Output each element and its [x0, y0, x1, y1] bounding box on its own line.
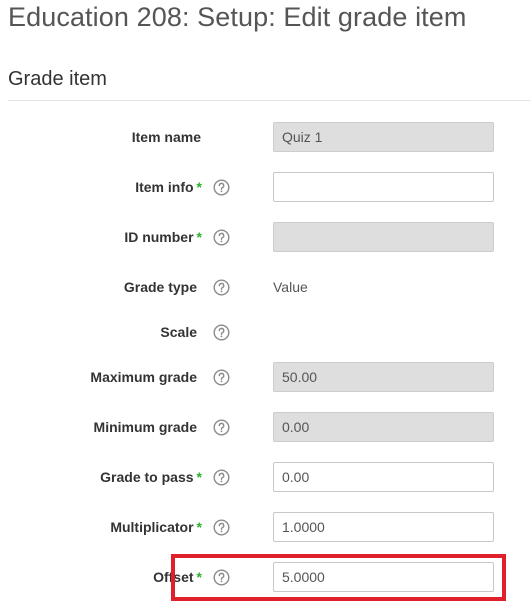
question-circle-icon[interactable] — [212, 323, 230, 341]
grade-type-value: Value — [273, 279, 308, 295]
id-number-label: ID number — [124, 229, 194, 245]
question-circle-icon[interactable] — [212, 178, 230, 196]
grade-to-pass-label: Grade to pass — [100, 469, 194, 485]
form-row-grade-to-pass: Grade to pass * 0.00 — [0, 462, 530, 492]
form-row-maximum-grade: Maximum grade 50.00 — [0, 362, 530, 392]
question-circle-icon[interactable] — [212, 278, 230, 296]
minimum-grade-label: Minimum grade — [93, 419, 197, 435]
grade-to-pass-label-group: Grade to pass * — [100, 462, 230, 492]
id-number-label-group: ID number * — [124, 222, 230, 252]
item-info-label-group: Item info * — [135, 172, 230, 202]
id-number-input — [273, 222, 494, 252]
item-name-input: Quiz 1 — [273, 122, 494, 152]
required-asterisk: * — [196, 519, 202, 535]
question-circle-icon[interactable] — [212, 418, 230, 436]
page-title: Education 208: Setup: Edit grade item — [8, 2, 467, 32]
section-title: Grade item — [8, 68, 107, 90]
maximum-grade-label: Maximum grade — [90, 369, 197, 385]
form-row-item-info: Item info * — [0, 172, 530, 202]
item-name-label-group: Item name — [132, 122, 230, 152]
multiplicator-label: Multiplicator — [110, 519, 194, 535]
question-circle-icon[interactable] — [212, 368, 230, 386]
form-row-id-number: ID number * — [0, 222, 530, 252]
item-info-label: Item info — [135, 179, 194, 195]
item-name-label: Item name — [131, 129, 201, 145]
section-divider — [8, 100, 530, 101]
maximum-grade-label-group: Maximum grade — [90, 362, 230, 392]
required-asterisk: * — [196, 469, 202, 485]
form-row-grade-type: Grade type Value — [0, 272, 530, 302]
form-row-scale: Scale — [0, 317, 530, 347]
maximum-grade-input: 50.00 — [273, 362, 494, 392]
question-circle-icon[interactable] — [212, 518, 230, 536]
grade-type-label-group: Grade type — [124, 272, 230, 302]
required-asterisk: * — [196, 229, 202, 245]
form-row-minimum-grade: Minimum grade 0.00 — [0, 412, 530, 442]
minimum-grade-input: 0.00 — [273, 412, 494, 442]
multiplicator-input[interactable]: 1.0000 — [273, 512, 494, 542]
multiplicator-label-group: Multiplicator * — [110, 512, 230, 542]
required-asterisk: * — [196, 179, 202, 195]
offset-highlight-box — [171, 554, 506, 601]
scale-label: Scale — [160, 324, 197, 340]
grade-type-label: Grade type — [123, 279, 197, 295]
scale-label-group: Scale — [160, 317, 230, 347]
form-row-item-name: Item name Quiz 1 — [0, 122, 530, 152]
question-circle-icon[interactable] — [212, 468, 230, 486]
minimum-grade-label-group: Minimum grade — [94, 412, 230, 442]
question-circle-icon[interactable] — [212, 228, 230, 246]
grade-to-pass-input[interactable]: 0.00 — [273, 462, 494, 492]
form-row-multiplicator: Multiplicator * 1.0000 — [0, 512, 530, 542]
item-info-input[interactable] — [273, 172, 494, 202]
